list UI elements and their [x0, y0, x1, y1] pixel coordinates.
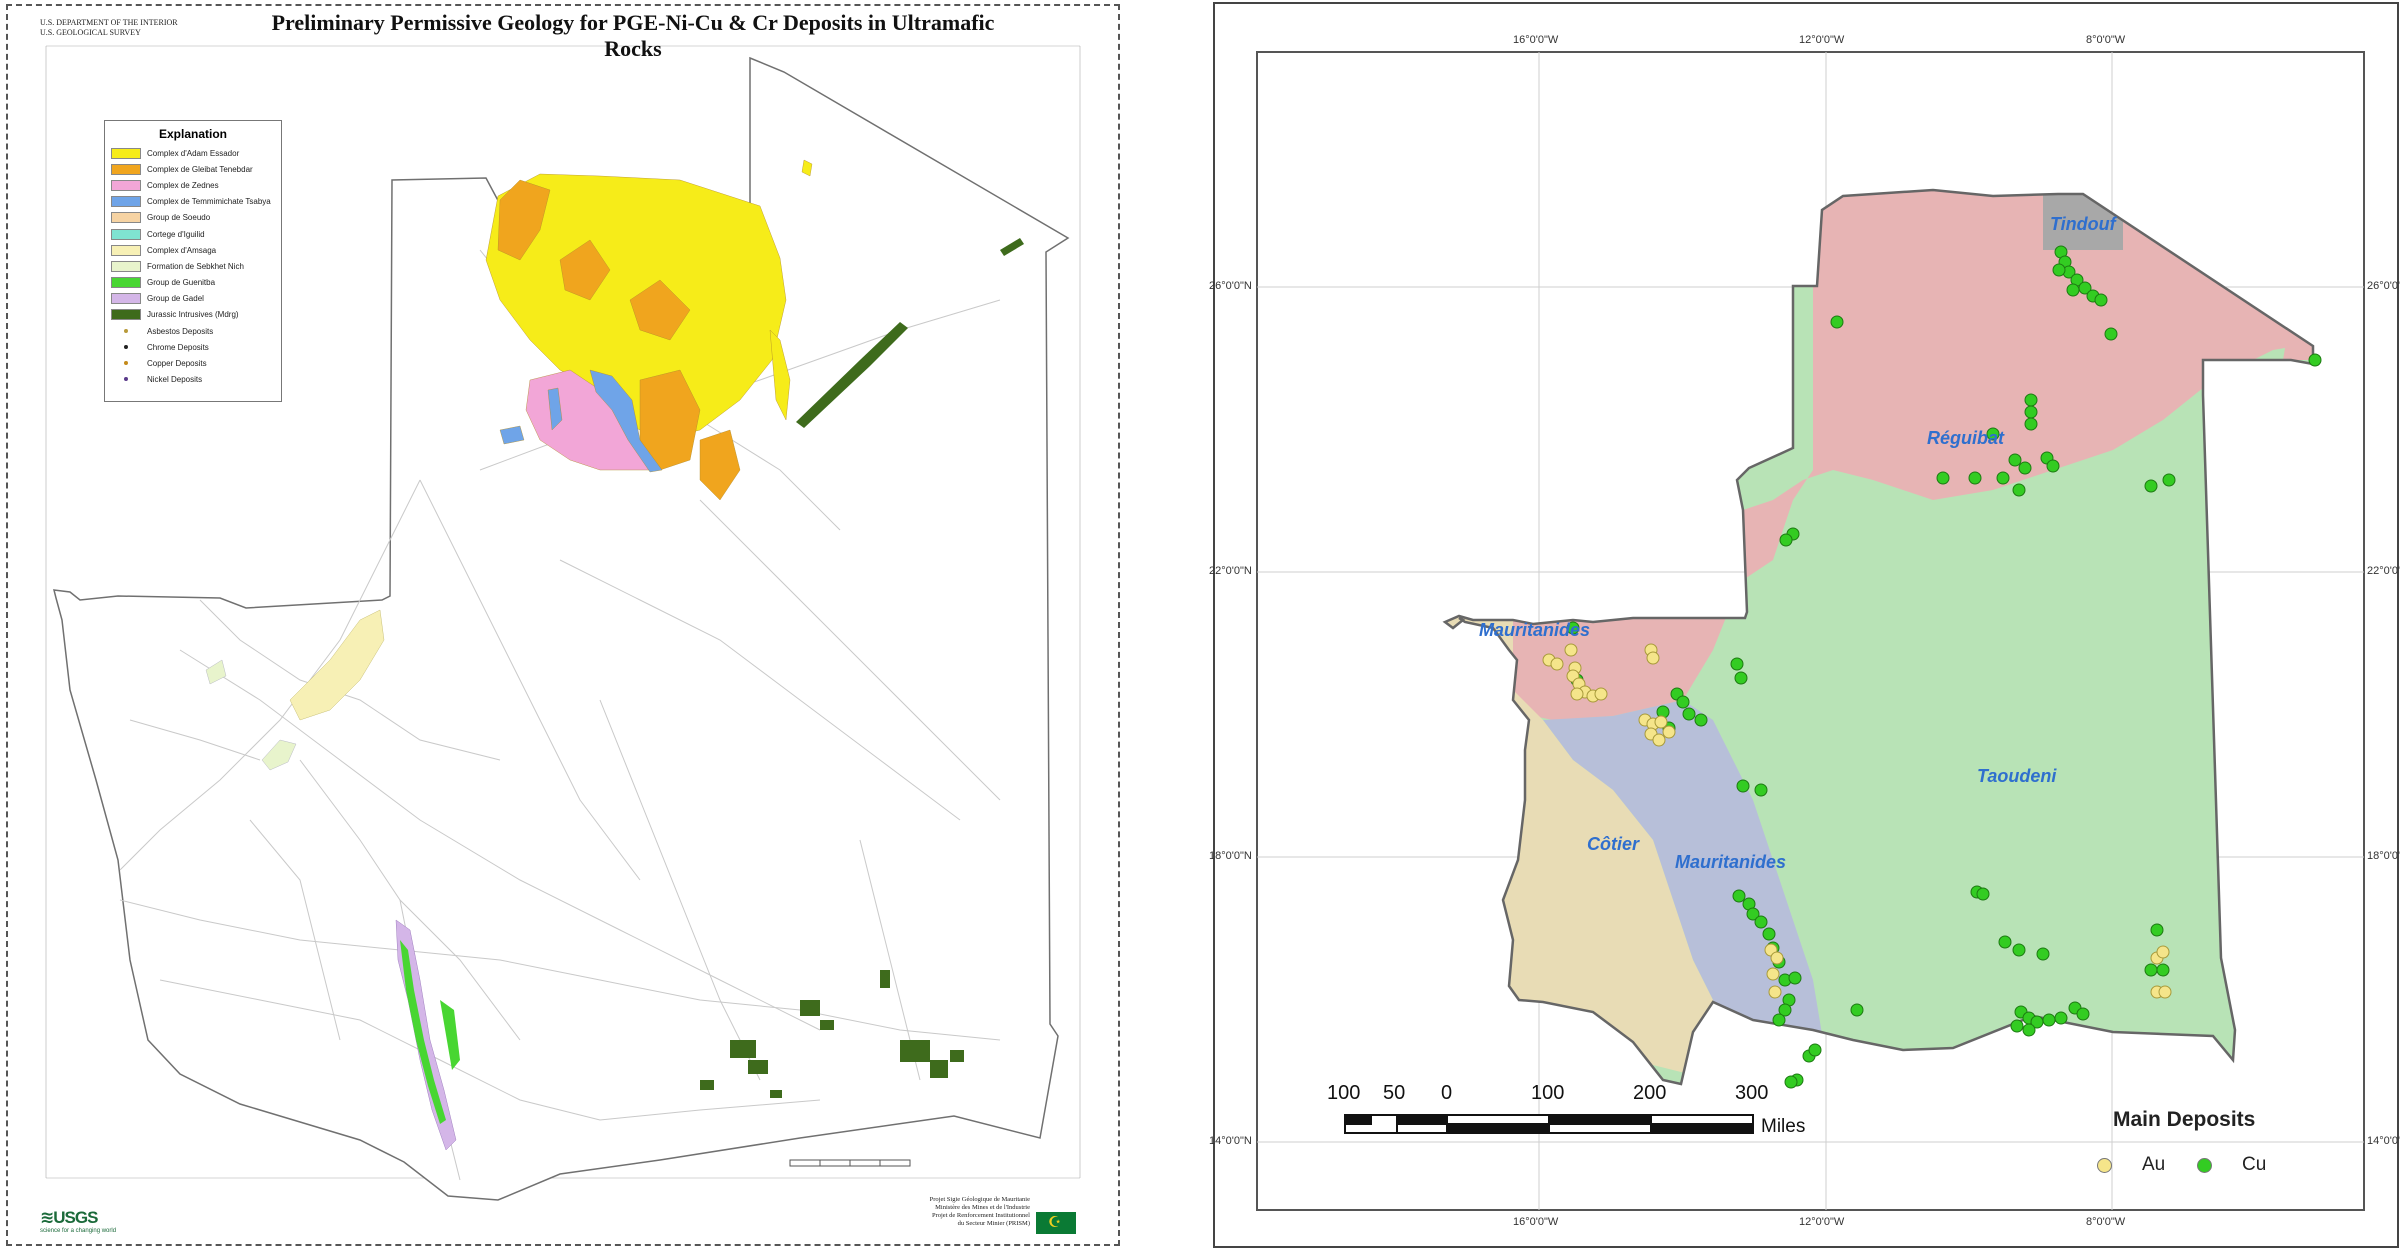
legend-swatch: [111, 212, 141, 224]
lat-label-left-4: 14°0'0"N: [1209, 1135, 1252, 1147]
legend-deposit-row: Chrome Deposits: [111, 339, 275, 355]
legend-swatch: [111, 196, 141, 208]
lat-label-right-2: 22°0'0"N: [2367, 565, 2400, 577]
legend-unit-row: Complex d'Adam Essador: [111, 145, 275, 161]
legend-unit-row: Complex d'Amsaga: [111, 242, 275, 258]
left-scale-bar: [789, 1159, 911, 1167]
scale-tick-3: 0: [1441, 1082, 1453, 1104]
agency-line-2: U.S. GEOLOGICAL SURVEY: [40, 28, 141, 37]
usgs-tagline: science for a changing world: [40, 1228, 117, 1234]
scale-unit: Miles: [1761, 1116, 1806, 1137]
legend-unit-label: Jurassic Intrusives (Mdrg): [147, 310, 239, 320]
legend-unit-label: Complex de Zednes: [147, 180, 219, 190]
lon-label-top-1: 16°0'0"W: [1513, 34, 1559, 46]
legend-unit-label: Formation de Sebkhet Nich: [147, 261, 244, 271]
right-map-panel: Tindouf Réguibat Mauritanides Taoudeni C…: [1209, 0, 2400, 1250]
legend-unit-row: Group de Soeudo: [111, 210, 275, 226]
scale-tick-6: 300: [1735, 1082, 1769, 1104]
legend-unit-row: Complex de Temmimichate Tsabya: [111, 194, 275, 210]
cu-label: Cu: [2242, 1154, 2267, 1175]
legend-deposit-row: Asbestos Deposits: [111, 323, 275, 339]
legend-deposit-label: Nickel Deposits: [147, 375, 203, 385]
legend-swatch: [111, 309, 141, 321]
au-marker-icon: [2097, 1157, 2112, 1173]
legend-swatch: [111, 244, 141, 256]
lon-label-bottom-2: 12°0'0"W: [1799, 1216, 1845, 1228]
legend-swatch: [111, 260, 141, 272]
usgs-wordmark: ≋USGS: [40, 1208, 98, 1227]
legend-unit-label: Group de Guenitba: [147, 278, 216, 288]
usgs-logo: ≋USGS science for a changing world: [40, 1208, 116, 1234]
region-label-mauritanides-north: Mauritanides: [1479, 620, 1591, 640]
lon-label-top-3: 8°0'0"W: [2086, 34, 2126, 46]
legend-unit-row: Cortege d'Iguilid: [111, 226, 275, 242]
legend-title: Explanation: [158, 127, 227, 141]
legend-unit-label: Complex de Gleibat Tenebdar: [147, 164, 253, 174]
legend-unit-row: Complex de Gleibat Tenebdar: [111, 161, 275, 177]
legend-deposit-row: Copper Deposits: [111, 355, 275, 371]
legend-unit-row: Jurassic Intrusives (Mdrg): [111, 307, 275, 323]
explanation-legend: Explanation Complex d'Adam Essador Comple…: [104, 120, 282, 402]
legend-unit-label: Cortege d'Iguilid: [147, 229, 205, 239]
region-label-tindouf: Tindouf: [2050, 214, 2116, 234]
right-map-canvas: [1256, 51, 2365, 1211]
scale-tick-2: 50: [1383, 1082, 1406, 1104]
deposits-legend-title: Main Deposits: [2113, 1108, 2256, 1131]
legend-swatch: [111, 179, 141, 191]
legend-deposit-row: Nickel Deposits: [111, 372, 275, 388]
partner-line-4: du Secteur Minier (PRISM): [957, 1220, 1030, 1227]
legend-unit-row: Formation de Sebkhet Nich: [111, 258, 275, 274]
mauritania-flag-icon: [1036, 1212, 1076, 1234]
legend-unit-row: Group de Gadel: [111, 291, 275, 307]
scale-tick-5: 200: [1633, 1082, 1667, 1104]
lat-label-right-1: 26°0'0"N: [2367, 280, 2400, 292]
scale-tick-1: 100: [1327, 1082, 1361, 1104]
legend-unit-label: Complex de Temmimichate Tsabya: [147, 197, 271, 207]
deposit-dot-icon: [111, 326, 141, 337]
deposit-dot-icon: [111, 358, 141, 369]
legend-unit-row: Group de Guenitba: [111, 275, 275, 291]
deposit-dot-icon: [111, 342, 141, 353]
legend-deposit-label: Copper Deposits: [147, 359, 207, 369]
lon-label-bottom-3: 8°0'0"W: [2086, 1216, 2126, 1228]
legend-unit-label: Group de Gadel: [147, 294, 204, 304]
lon-label-bottom-1: 16°0'0"W: [1513, 1216, 1559, 1228]
left-map-panel: U.S. DEPARTMENT OF THE INTERIOR U.S. GEO…: [0, 0, 1125, 1250]
lat-label-right-3: 18°0'0"N: [2367, 850, 2400, 862]
lon-label-top-2: 12°0'0"W: [1799, 34, 1845, 46]
deposit-dot-icon: [111, 374, 141, 385]
lat-label-left-1: 26°0'0"N: [1209, 280, 1252, 292]
partner-line-1: Projet Sigie Géologique de Mauritanie: [929, 1196, 1030, 1203]
au-label: Au: [2142, 1154, 2166, 1175]
region-label-taoudeni: Taoudeni: [1977, 766, 2057, 786]
legend-unit-label: Complex d'Amsaga: [147, 245, 217, 255]
partner-line-2: Ministère des Mines et de l'Industrie: [935, 1204, 1030, 1211]
partner-credit: Projet Sigie Géologique de Mauritanie Mi…: [904, 1196, 1030, 1228]
legend-swatch: [111, 277, 141, 289]
map-title: Preliminary Permissive Geology for PGE-N…: [271, 10, 995, 61]
lat-label-left-3: 18°0'0"N: [1209, 850, 1252, 862]
agency-header: U.S. DEPARTMENT OF THE INTERIOR U.S. GEO…: [40, 18, 178, 38]
cu-marker-icon: [2197, 1157, 2212, 1173]
agency-line-1: U.S. DEPARTMENT OF THE INTERIOR: [40, 18, 178, 27]
legend-swatch: [111, 293, 141, 305]
legend-swatch: [111, 147, 141, 159]
legend-deposit-label: Chrome Deposits: [147, 342, 209, 352]
region-label-cotier: Côtier: [1587, 834, 1640, 854]
legend-unit-label: Group de Soeudo: [147, 213, 211, 223]
legend-swatch: [111, 163, 141, 175]
legend-unit-label: Complex d'Adam Essador: [147, 148, 240, 158]
lat-label-left-2: 22°0'0"N: [1209, 565, 1252, 577]
region-label-mauritanides-south: Mauritanides: [1675, 852, 1787, 872]
scale-bar: [1344, 1114, 1754, 1134]
deposits-legend-au: Au: [2097, 1154, 2165, 1176]
lat-label-right-4: 14°0'0"N: [2367, 1135, 2400, 1147]
legend-deposit-label: Asbestos Deposits: [147, 326, 214, 336]
legend-unit-row: Complex de Zednes: [111, 177, 275, 193]
partner-line-3: Projet de Renforcement Institutionnel: [931, 1212, 1030, 1219]
legend-swatch: [111, 228, 141, 240]
region-label-reguibat: Réguibat: [1927, 428, 2005, 448]
scale-tick-4: 100: [1531, 1082, 1565, 1104]
deposits-legend-cu: Cu: [2197, 1154, 2266, 1176]
